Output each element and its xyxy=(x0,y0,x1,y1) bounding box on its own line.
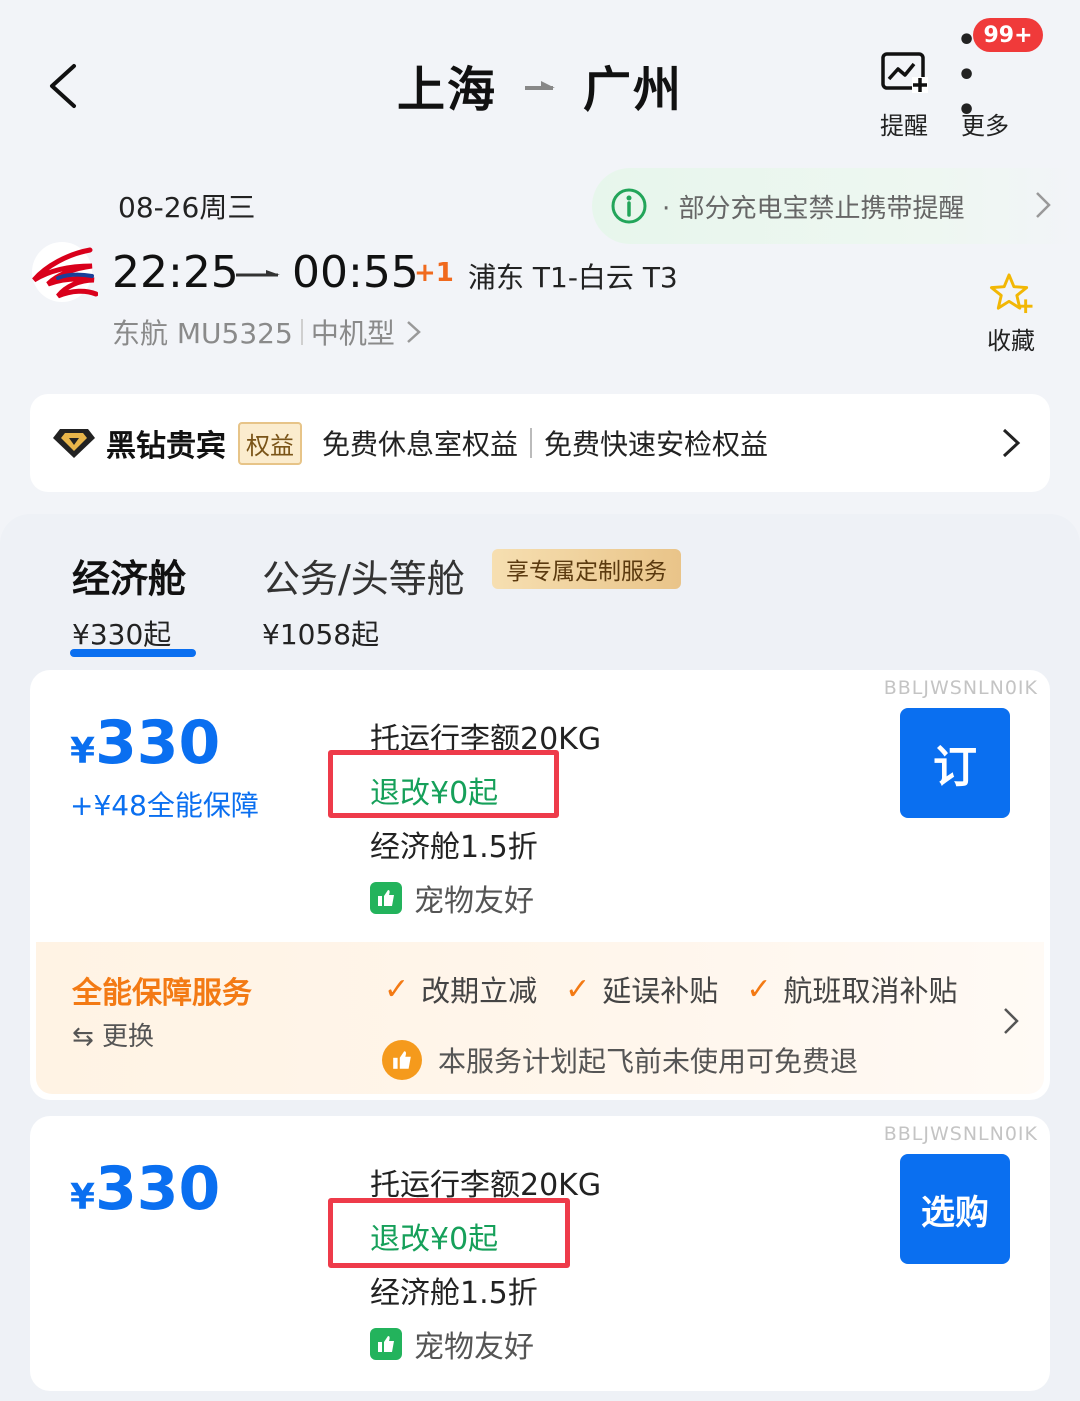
powerbank-notice[interactable]: · 部分充电宝禁止携带提醒 xyxy=(592,168,1080,244)
message-count-badge: 99+ xyxy=(973,18,1043,52)
highlight-box xyxy=(328,1198,570,1268)
chevron-right-icon xyxy=(1004,1008,1019,1034)
discount-info: 经济舱1.5折 xyxy=(370,1276,538,1311)
flight-number: 东航 MU5325 xyxy=(112,317,293,350)
fare-code: BBLJWSNLN0IK xyxy=(883,1123,1038,1145)
favorite-button[interactable]: 收藏 xyxy=(978,272,1044,356)
destination-city: 广州 xyxy=(583,62,684,118)
fare-price: ¥330 xyxy=(70,1154,220,1224)
departure-time: 22:25 xyxy=(112,247,239,298)
addon-insurance: +¥48全能保障 xyxy=(70,789,259,822)
check-icon: ✓ xyxy=(384,971,410,1007)
guarantee-note: 本服务计划起飞前未使用可免费退 xyxy=(382,1040,858,1080)
guarantee-note-text: 本服务计划起飞前未使用可免费退 xyxy=(438,1045,859,1078)
tab-business-first[interactable]: 公务/头等舱 ¥1058起 xyxy=(262,548,465,653)
info-icon xyxy=(611,188,647,224)
thumbs-up-icon xyxy=(382,1040,422,1080)
check-icon: ✓ xyxy=(565,971,591,1007)
lounge-benefit: 免费休息室权益 xyxy=(322,428,519,461)
thumbs-up-icon xyxy=(370,1328,402,1360)
exclusive-service-badge: 享专属定制服务 xyxy=(492,549,681,589)
guarantee-item-label: 航班取消补贴 xyxy=(783,974,958,1008)
favorite-label: 收藏 xyxy=(987,327,1035,355)
tab-business-label: 公务/头等舱 xyxy=(262,557,465,601)
fare-code: BBLJWSNLN0IK xyxy=(883,677,1038,699)
guarantee-service[interactable]: 全能保障服务 ⇆ 更换 ✓ 改期立减 ✓ 延误补贴 ✓ 航班取消补贴 本服务计划… xyxy=(36,942,1044,1094)
divider xyxy=(530,428,533,458)
arrival-time: 00:55 xyxy=(292,247,419,298)
check-icon: ✓ xyxy=(746,971,772,1007)
fare-card[interactable]: BBLJWSNLN0IK ¥330 托运行李额20KG 退改¥0起 经济舱1.5… xyxy=(30,1116,1050,1391)
fast-security-benefit: 免费快速安检权益 xyxy=(544,428,769,461)
guarantee-item-label: 延误补贴 xyxy=(602,974,719,1008)
member-benefits-bar[interactable]: 黑钻贵宾 权益 免费休息室权益 免费快速安检权益 xyxy=(30,394,1050,492)
guarantee-items: ✓ 改期立减 ✓ 延误补贴 ✓ 航班取消补贴 xyxy=(384,968,985,1010)
origin-city: 上海 xyxy=(396,62,497,118)
notice-text: · 部分充电宝禁止携带提醒 xyxy=(662,193,965,224)
star-add-icon xyxy=(989,273,1033,314)
duration-arrow-icon xyxy=(236,270,280,277)
aircraft-type: 中机型 xyxy=(310,317,395,350)
pet-friendly-label: 宠物友好 xyxy=(414,884,534,919)
price-alert-icon xyxy=(881,52,928,93)
route-arrow-icon xyxy=(525,81,555,90)
airline-logo xyxy=(28,240,99,304)
tab-business-price: ¥1058起 xyxy=(262,618,380,651)
chevron-right-icon xyxy=(1036,192,1051,218)
swap-button[interactable]: ⇆ 更换 xyxy=(72,1016,154,1053)
benefit-tag: 权益 xyxy=(238,421,302,465)
tab-economy-price: ¥330起 xyxy=(72,618,172,651)
price-value: 330 xyxy=(95,708,221,778)
active-tab-indicator xyxy=(70,649,196,657)
guarantee-title: 全能保障服务 xyxy=(72,976,252,1011)
member-level: 黑钻贵宾 xyxy=(106,429,226,464)
pet-friendly-label: 宠物友好 xyxy=(414,1330,534,1365)
more-label: 更多 xyxy=(961,112,1009,140)
chevron-right-icon xyxy=(1002,428,1021,458)
tab-economy-label: 经济舱 xyxy=(72,557,187,601)
next-day-marker: +1 xyxy=(414,258,454,288)
remind-button[interactable]: 提醒 xyxy=(869,46,939,142)
guarantee-item-label: 改期立减 xyxy=(421,974,538,1008)
select-button[interactable]: 选购 xyxy=(900,1154,1010,1264)
flight-date: 08-26周三 xyxy=(118,191,256,224)
divider xyxy=(300,319,303,345)
flight-details-link[interactable]: 东航 MU5325 中机型 xyxy=(112,312,425,352)
fare-card[interactable]: BBLJWSNLN0IK ¥330 +¥48全能保障 托运行李额20KG 退改¥… xyxy=(30,670,1050,1100)
remind-label: 提醒 xyxy=(880,112,928,140)
discount-info: 经济舱1.5折 xyxy=(370,830,538,865)
guarantee-item: ✓ 改期立减 xyxy=(384,968,537,1010)
fare-price: ¥330 xyxy=(70,708,220,778)
airport-terminals: 浦东 T1-白云 T3 xyxy=(468,261,678,294)
book-button[interactable]: 订 xyxy=(900,708,1010,818)
currency-symbol: ¥ xyxy=(70,731,96,772)
highlight-box xyxy=(328,750,559,818)
black-diamond-icon xyxy=(53,429,95,458)
guarantee-item: ✓ 航班取消补贴 xyxy=(746,968,957,1010)
more-button[interactable]: • • • 更多 xyxy=(950,23,1020,142)
tab-economy[interactable]: 经济舱 ¥330起 xyxy=(72,548,186,653)
price-value: 330 xyxy=(95,1154,221,1224)
currency-symbol: ¥ xyxy=(70,1177,96,1218)
pet-friendly: 宠物友好 xyxy=(370,1322,534,1366)
chevron-right-icon xyxy=(406,321,421,343)
guarantee-item: ✓ 延误补贴 xyxy=(565,968,718,1010)
pet-friendly: 宠物友好 xyxy=(370,876,534,920)
thumbs-up-icon xyxy=(370,882,402,914)
